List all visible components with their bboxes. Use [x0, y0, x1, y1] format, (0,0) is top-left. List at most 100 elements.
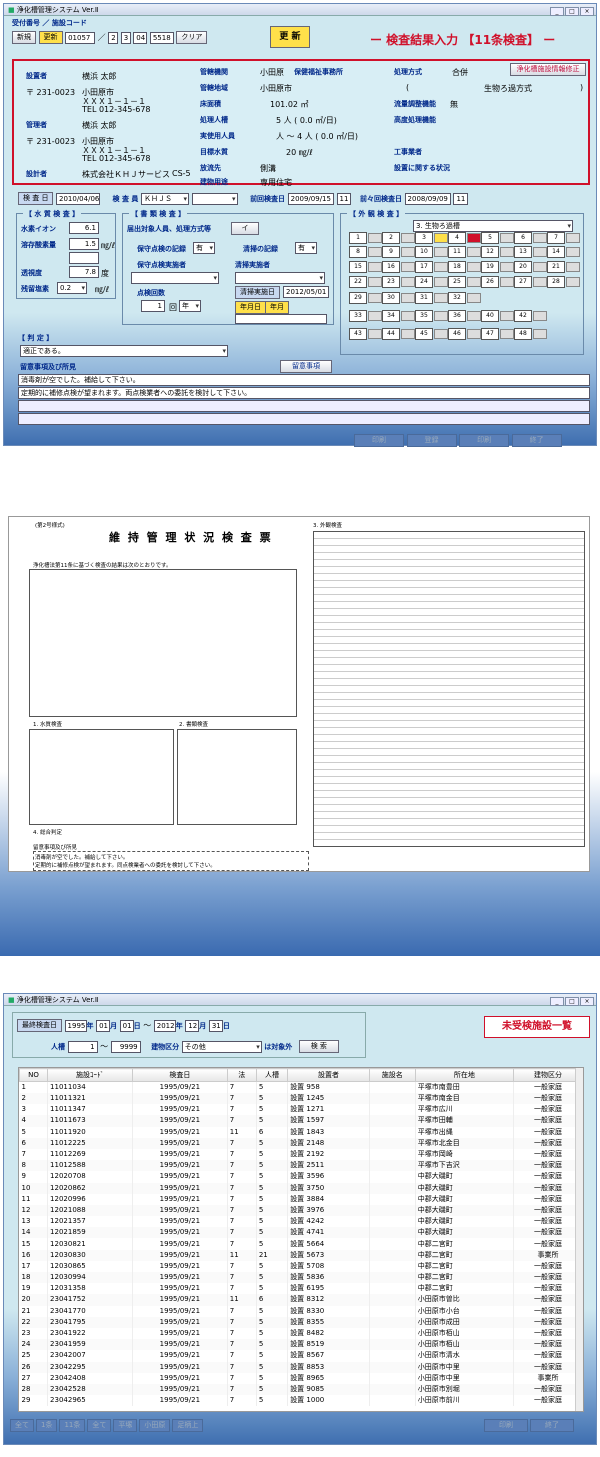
minimize-icon-2[interactable]: _ — [550, 997, 564, 1006]
footer-filter-2[interactable]: 11条 — [59, 1419, 86, 1432]
visual-item-mark-16[interactable] — [401, 262, 415, 272]
visual-item-mark-15[interactable] — [368, 262, 382, 272]
hydrogen-field[interactable]: 6.1 — [69, 222, 99, 234]
table-row[interactable]: 28 23042528 1995/09/21 7 5 設置 9085 小田原市別堀 一般家庭 — [19, 1383, 583, 1396]
do-field[interactable]: 1.5 — [69, 238, 99, 250]
table-row[interactable]: 1 11011034 1995/09/21 7 5 設置 958 平塚市南豊田 一般家庭 — [19, 1081, 583, 1093]
footer-print-2[interactable]: 印刷 — [459, 434, 510, 447]
visual-item-mark-31[interactable] — [434, 293, 448, 303]
visual-item-mark-6[interactable] — [533, 233, 547, 243]
visual-item-18[interactable]: 18 — [448, 261, 481, 273]
table-row[interactable]: 29 23042965 1995/09/21 7 5 設置 1000 小田原市前川 一般家庭 — [19, 1395, 583, 1407]
ym-button[interactable]: 年月 — [265, 301, 289, 314]
table-row[interactable]: 26 23042295 1995/09/21 7 5 設置 8853 小田原市中里 一般家庭 — [19, 1361, 583, 1373]
table-row[interactable]: 14 12021859 1995/09/21 7 5 設置 4741 中郡大磯町 一般家庭 — [19, 1227, 583, 1239]
visual-item-5[interactable]: 5 — [481, 232, 514, 244]
col-header-6[interactable]: 施設名 — [368, 1068, 416, 1082]
visual-item-mark-2[interactable] — [401, 233, 415, 243]
visual-item-mark-33[interactable] — [368, 311, 382, 321]
visual-item-mark-5[interactable] — [500, 233, 514, 243]
visual-item-mark-9[interactable] — [401, 247, 415, 257]
visual-item-1[interactable]: 1 — [349, 232, 382, 244]
visual-item-mark-42[interactable] — [533, 311, 547, 321]
visual-item-mark-24[interactable] — [434, 277, 448, 287]
visual-item-23[interactable]: 23 — [382, 276, 415, 288]
visual-item-mark-36[interactable] — [467, 311, 481, 321]
visual-item-mark-11[interactable] — [467, 247, 481, 257]
visual-item-mark-29[interactable] — [368, 293, 382, 303]
visual-item-48[interactable]: 48 — [514, 328, 547, 340]
visual-item-16[interactable]: 16 — [382, 261, 415, 273]
facility-code-3[interactable]: 04 — [133, 31, 148, 44]
table-row[interactable]: 7 11012269 1995/09/21 7 5 設置 2192 平塚市岡崎 一般家庭 — [19, 1148, 583, 1161]
footer-filter-6[interactable]: 足柄上 — [172, 1419, 204, 1432]
table-row[interactable]: 25 23042007 1995/09/21 7 5 設置 8567 小田原市清水 一般家庭 — [19, 1350, 583, 1362]
visual-item-9[interactable]: 9 — [382, 246, 415, 258]
visual-item-mark-20[interactable] — [533, 262, 547, 272]
footer-filter-0[interactable]: 全て — [10, 1419, 34, 1432]
visual-item-10[interactable]: 10 — [415, 246, 448, 258]
visual-item-mark-34[interactable] — [401, 311, 415, 321]
visual-item-34[interactable]: 34 — [382, 310, 415, 322]
clean-select[interactable]: 有 — [295, 242, 317, 254]
footer-filter-3[interactable]: 全て — [87, 1419, 112, 1432]
table-row[interactable]: 9 12020708 1995/09/21 7 5 設置 3596 中郡大磯町 一般家庭 — [19, 1171, 583, 1183]
table-row[interactable]: 6 11012225 1995/09/21 7 5 設置 2148 平塚市北金目 一般家庭 — [19, 1137, 583, 1149]
visual-item-46[interactable]: 46 — [448, 328, 481, 340]
notes-line-3[interactable] — [18, 400, 590, 412]
visual-item-mark-7[interactable] — [566, 233, 580, 243]
last-date-button[interactable]: 最終検査日 — [17, 1019, 62, 1032]
visual-item-mark-1[interactable] — [368, 233, 382, 243]
footer-action-1[interactable]: 終了 — [530, 1419, 574, 1432]
table-row[interactable]: 11 12020996 1995/09/21 7 5 設置 3884 中郡大磯町 一般家庭 — [19, 1193, 583, 1205]
facility-code-2[interactable]: 3 — [120, 31, 131, 44]
visual-item-mark-23[interactable] — [401, 277, 415, 287]
judge-select[interactable]: 適正である。 — [20, 345, 228, 357]
table-row[interactable]: 10 12020862 1995/09/21 7 5 設置 3750 中郡大磯町 一般家庭 — [19, 1182, 583, 1194]
visual-item-33[interactable]: 33 — [349, 310, 382, 322]
table-scrollbar[interactable] — [575, 1068, 583, 1411]
table-row[interactable]: 22 23041795 1995/09/21 7 5 設置 8355 小田原市成田 一般家庭 — [19, 1316, 583, 1328]
visual-item-mark-43[interactable] — [368, 329, 382, 339]
facility-code-4[interactable]: 5518 — [149, 31, 174, 44]
inspection-date-field[interactable]: 2010/04/06 — [56, 192, 100, 205]
clean-note-field[interactable] — [235, 314, 327, 324]
inspection-date-label[interactable]: 検 査 日 — [18, 192, 54, 205]
table-row[interactable]: 23 23041922 1995/09/21 7 5 設置 8482 小田原市栢山 一般家庭 — [19, 1327, 583, 1340]
visual-item-17[interactable]: 17 — [415, 261, 448, 273]
table-row[interactable]: 13 12021357 1995/09/21 7 5 設置 4242 中郡大磯町 一般家庭 — [19, 1216, 583, 1228]
clean-date-label[interactable]: 清掃実施日 — [235, 286, 280, 299]
table-row[interactable]: 16 12030830 1995/09/21 11 21 設置 5673 中郡二宮町 事業所 — [19, 1249, 583, 1261]
ymd-button[interactable]: 年月日 — [235, 301, 266, 314]
visual-select[interactable]: 3. 生物ろ過槽 — [413, 220, 573, 232]
table-row[interactable]: 17 12030865 1995/09/21 7 5 設置 5708 中郡二宮町 一般家庭 — [19, 1260, 583, 1272]
close-icon[interactable]: × — [580, 7, 594, 16]
points-field[interactable]: 1 — [141, 300, 165, 312]
visual-item-mark-17[interactable] — [434, 262, 448, 272]
visual-item-3[interactable]: 3 — [415, 232, 448, 244]
table-row[interactable]: 15 12030821 1995/09/21 7 5 設置 5664 中郡二宮町 一般家庭 — [19, 1238, 583, 1250]
search-button[interactable]: 検 索 — [298, 1040, 339, 1053]
visual-item-15[interactable]: 15 — [349, 261, 382, 273]
visual-item-40[interactable]: 40 — [481, 310, 514, 322]
capacity-to[interactable]: 9999 — [110, 1040, 141, 1053]
facility-edit-button[interactable]: 浄化槽施設情報修正 — [510, 63, 586, 76]
inspector-select-2[interactable] — [191, 192, 238, 205]
from-day[interactable]: 01 — [119, 1019, 134, 1032]
from-month[interactable]: 01 — [96, 1019, 111, 1032]
visual-item-36[interactable]: 36 — [448, 310, 481, 322]
visual-item-mark-44[interactable] — [401, 329, 415, 339]
table-row[interactable]: 3 11011347 1995/09/21 7 5 設置 1271 平塚市広川 一般家庭 — [19, 1104, 583, 1116]
visual-item-mark-45[interactable] — [434, 329, 448, 339]
visual-item-mark-10[interactable] — [434, 247, 448, 257]
visual-item-43[interactable]: 43 — [349, 328, 382, 340]
visual-item-mark-18[interactable] — [467, 262, 481, 272]
visual-item-22[interactable]: 22 — [349, 276, 382, 288]
visual-item-8[interactable]: 8 — [349, 246, 382, 258]
points-unit-select[interactable]: 年 — [179, 300, 201, 312]
table-row[interactable]: 19 12031358 1995/09/21 7 5 設置 6195 中郡二宮町 一般家庭 — [19, 1283, 583, 1295]
table-row[interactable]: 8 11012588 1995/09/21 7 5 設置 2511 平塚市下吉沢 一般家庭 — [19, 1160, 583, 1172]
footer-register[interactable]: 登録 — [406, 434, 457, 447]
update-mode-button[interactable]: 更新 — [38, 31, 63, 44]
visual-item-45[interactable]: 45 — [415, 328, 448, 340]
